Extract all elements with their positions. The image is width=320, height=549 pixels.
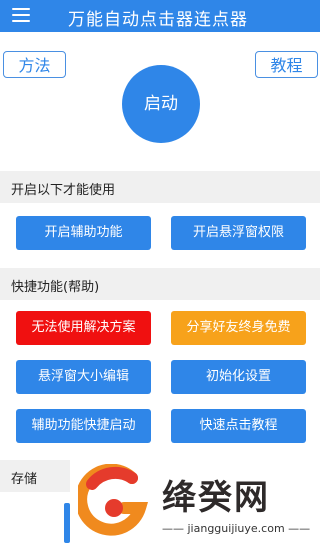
section-header-storage: 存储 [0, 460, 70, 492]
section-header-quick: 快捷功能(帮助) [0, 268, 320, 300]
app-bar: 万能自动点击器连点器 [0, 0, 320, 32]
start-button[interactable]: 启动 [122, 65, 200, 143]
watermark-logo-icon [78, 464, 148, 536]
enable-accessibility-button[interactable]: 开启辅助功能 [16, 216, 151, 250]
watermark-name: 绛癸网 [162, 478, 270, 518]
section-title-storage: 存储 [11, 472, 38, 487]
section-title-quick: 快捷功能(帮助) [11, 280, 100, 295]
cannot-use-solution-button[interactable]: 无法使用解决方案 [16, 311, 151, 345]
section-title-open: 开启以下才能使用 [11, 183, 116, 198]
watermark: 绛癸网 —— jiangguijiuye.com —— [70, 452, 320, 549]
accessibility-quick-start-button[interactable]: 辅助功能快捷启动 [16, 409, 151, 443]
window-size-edit-button[interactable]: 悬浮窗大小编辑 [16, 360, 151, 394]
init-settings-button[interactable]: 初始化设置 [171, 360, 306, 394]
section-header-open: 开启以下才能使用 [0, 171, 320, 203]
share-friends-button[interactable]: 分享好友终身免费 [171, 311, 306, 345]
tutorial-button[interactable]: 教程 [255, 51, 318, 78]
app-title: 万能自动点击器连点器 [68, 10, 248, 30]
enable-overlay-permission-button[interactable]: 开启悬浮窗权限 [171, 216, 306, 250]
hamburger-menu-icon[interactable] [12, 8, 30, 22]
method-button[interactable]: 方法 [3, 51, 66, 78]
watermark-url: —— jiangguijiuye.com —— [162, 522, 311, 535]
quick-click-tutorial-button[interactable]: 快速点击教程 [171, 409, 306, 443]
